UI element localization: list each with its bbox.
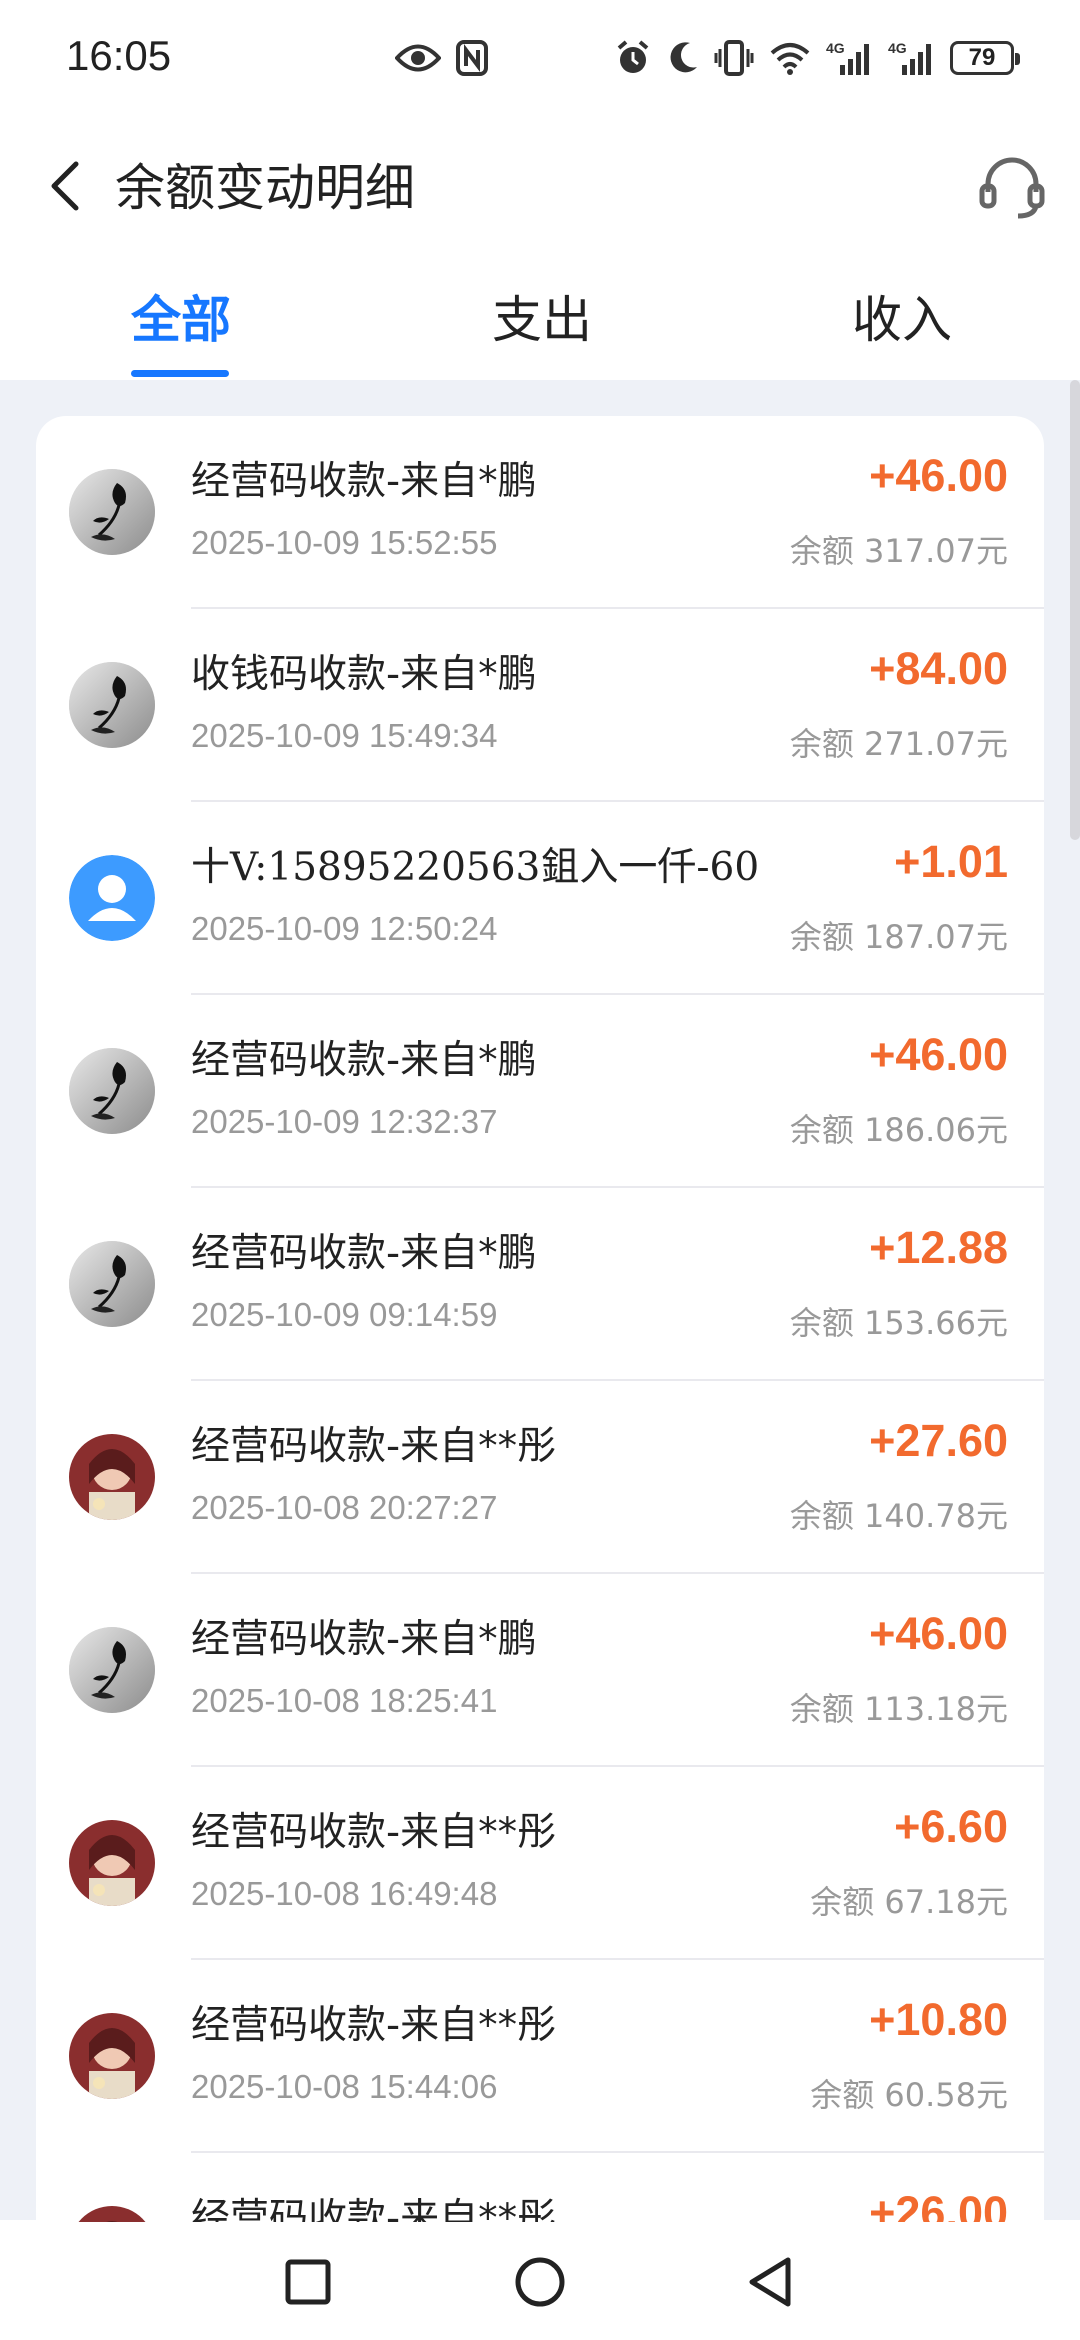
transaction-title: 经营码收款-来自*鹏 <box>191 459 537 504</box>
transaction-balance: 余额 271.07元 <box>789 725 1008 763</box>
tab-all[interactable]: 全部 <box>131 280 231 352</box>
network-label: 4G <box>826 40 845 56</box>
transaction-amount: +84.00 <box>869 643 1008 694</box>
transaction-amount: +12.88 <box>869 1222 1008 1273</box>
filter-tabs: 全部 支出 收入 <box>0 252 1080 380</box>
rose-avatar <box>69 1048 155 1134</box>
transaction-balance: 余额 140.78元 <box>789 1497 1008 1535</box>
transaction-row[interactable]: 经营码收款-来自**彤 2025-10-08 20:27:27 +27.60 余额 1… <box>36 1381 1044 1574</box>
scrollbar[interactable] <box>1070 380 1080 840</box>
transaction-title: 经营码收款-来自*鹏 <box>191 1038 537 1083</box>
rose-avatar <box>69 662 155 748</box>
transaction-row[interactable]: 十V:15895220563鉏入一仟-60 2025-10-09 12:50:24… <box>36 802 1044 995</box>
transaction-time: 2025-10-09 15:52:55 <box>191 524 498 561</box>
signal-4g-icon: 4G <box>826 40 869 75</box>
transaction-row[interactable]: 经营码收款-来自*鹏 2025-10-09 12:32:37 +46.00 余额 18… <box>36 995 1044 1188</box>
rose-avatar <box>69 469 155 555</box>
transaction-amount: +46.00 <box>869 450 1008 501</box>
transaction-list-area: 经营码收款-来自*鹏 2025-10-09 15:52:55 +46.00 余额 31… <box>0 380 1080 2316</box>
tab-income[interactable]: 收入 <box>852 280 952 352</box>
alarm-icon <box>617 40 649 73</box>
transaction-balance: 余额 60.58元 <box>810 2076 1008 2114</box>
circle-home-icon[interactable] <box>504 2246 576 2318</box>
network-label: 4G <box>888 40 907 56</box>
transaction-time: 2025-10-08 15:44:06 <box>191 2068 498 2105</box>
eye-icon <box>395 44 441 72</box>
photo-avatar <box>69 1820 155 1906</box>
transaction-title: 经营码收款-来自*鹏 <box>191 1617 537 1662</box>
photo-avatar <box>69 1434 155 1520</box>
page-title: 余额变动明细 <box>115 159 415 217</box>
transaction-row[interactable]: 经营码收款-来自**彤 2025-10-08 15:44:06 +10.80 余额 6… <box>36 1960 1044 2153</box>
transaction-balance: 余额 153.66元 <box>789 1304 1008 1342</box>
battery-indicator: 79 <box>950 41 1020 75</box>
transaction-list: 经营码收款-来自*鹏 2025-10-09 15:52:55 +46.00 余额 31… <box>36 416 1044 2316</box>
nfc-icon <box>456 40 488 76</box>
back-icon[interactable] <box>32 150 104 222</box>
transaction-balance: 余额 67.18元 <box>810 1883 1008 1921</box>
system-nav-bar <box>0 2222 1080 2340</box>
transaction-time: 2025-10-08 16:49:48 <box>191 1875 498 1912</box>
transaction-amount: +10.80 <box>869 1994 1008 2045</box>
transaction-title: 经营码收款-来自**彤 <box>191 1810 557 1855</box>
transaction-row[interactable]: 经营码收款-来自**彤 2025-10-08 16:49:48 +6.60 余额 67… <box>36 1767 1044 1960</box>
transaction-time: 2025-10-09 12:32:37 <box>191 1103 498 1140</box>
transaction-row[interactable]: 经营码收款-来自*鹏 2025-10-08 18:25:41 +46.00 余额 11… <box>36 1574 1044 1767</box>
transaction-time: 2025-10-09 15:49:34 <box>191 717 498 754</box>
rose-avatar <box>69 1241 155 1327</box>
transaction-row[interactable]: 收钱码收款-来自*鹏 2025-10-09 15:49:34 +84.00 余额 27… <box>36 609 1044 802</box>
transaction-title: 经营码收款-来自**彤 <box>191 2003 557 2048</box>
status-time: 16:05 <box>66 32 172 79</box>
transaction-row[interactable]: 经营码收款-来自*鹏 2025-10-09 09:14:59 +12.88 余额 15… <box>36 1188 1044 1381</box>
active-tab-indicator <box>131 370 229 377</box>
transaction-amount: +27.60 <box>869 1415 1008 1466</box>
transaction-time: 2025-10-09 12:50:24 <box>191 910 498 947</box>
battery-level: 79 <box>968 44 996 71</box>
moon-icon <box>670 42 697 73</box>
transaction-balance: 余额 317.07元 <box>789 532 1008 570</box>
transaction-title: 经营码收款-来自**彤 <box>191 1424 557 1469</box>
status-bar: 16:05 4G 4G 79 <box>0 0 1080 120</box>
signal-4g-icon: 4G <box>888 40 931 75</box>
transaction-title: 收钱码收款-来自*鹏 <box>191 652 537 697</box>
photo-avatar <box>69 2013 155 2099</box>
vibrate-icon <box>714 40 754 76</box>
transaction-title: 经营码收款-来自*鹏 <box>191 1231 537 1276</box>
transaction-time: 2025-10-09 09:14:59 <box>191 1296 498 1333</box>
transaction-balance: 余额 186.06元 <box>789 1111 1008 1149</box>
transaction-row[interactable]: 经营码收款-来自*鹏 2025-10-09 15:52:55 +46.00 余额 31… <box>36 416 1044 609</box>
header: 余额变动明细 <box>0 120 1080 252</box>
transaction-amount: +46.00 <box>869 1029 1008 1080</box>
rose-avatar <box>69 1627 155 1713</box>
default-user-avatar <box>69 855 155 941</box>
transaction-balance: 余额 187.07元 <box>789 918 1008 956</box>
transaction-time: 2025-10-08 20:27:27 <box>191 1489 498 1526</box>
transaction-amount: +46.00 <box>869 1608 1008 1659</box>
transaction-title: 十V:15895220563鉏入一仟-60 <box>191 845 760 890</box>
wifi-icon <box>770 43 810 75</box>
transaction-balance: 余额 113.18元 <box>789 1690 1008 1728</box>
transaction-amount: +1.01 <box>894 836 1008 887</box>
transaction-time: 2025-10-08 18:25:41 <box>191 1682 498 1719</box>
tab-expense[interactable]: 支出 <box>492 280 592 352</box>
customer-service-icon[interactable] <box>974 150 1050 226</box>
triangle-back-icon[interactable] <box>736 2246 808 2318</box>
transaction-amount: +6.60 <box>894 1801 1008 1852</box>
square-recent-apps-icon[interactable] <box>272 2246 344 2318</box>
